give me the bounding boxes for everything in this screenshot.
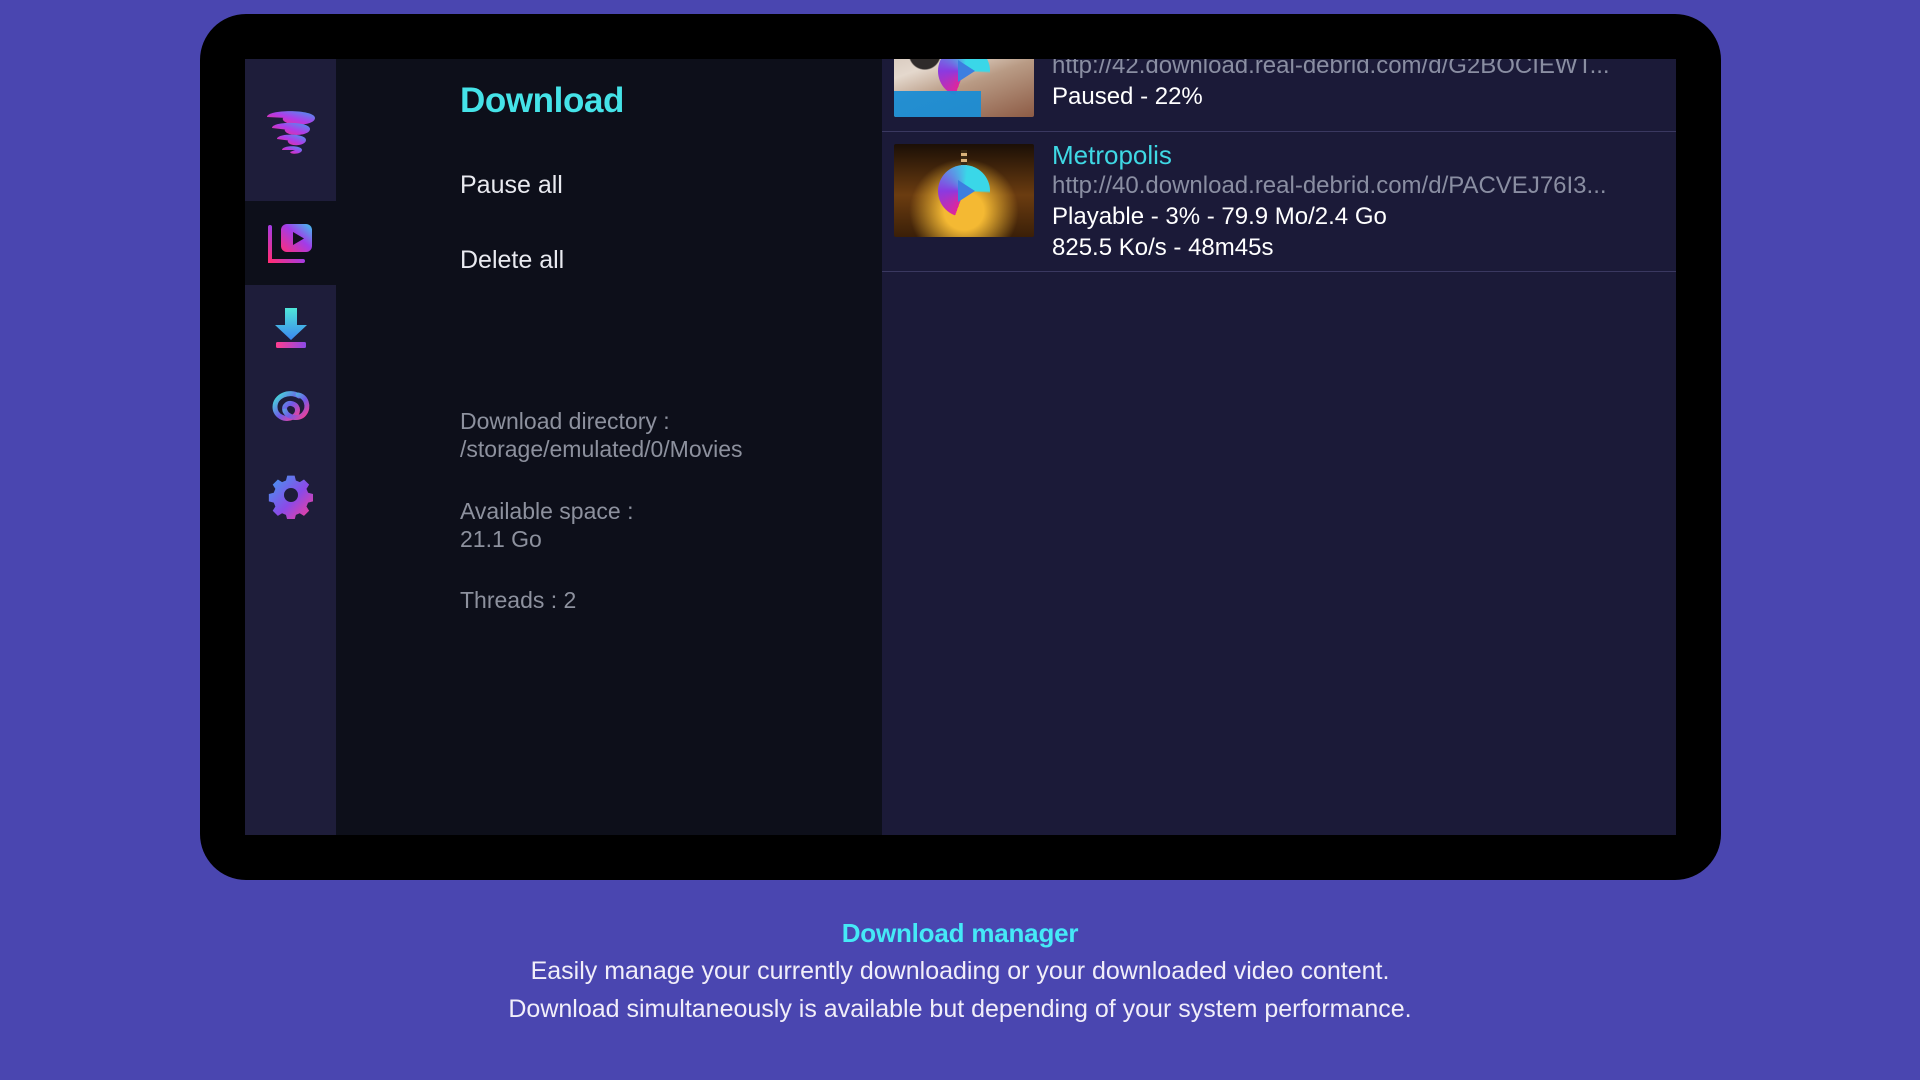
caption-title: Download manager <box>841 918 1079 948</box>
download-directory-label: Download directory : <box>460 408 670 434</box>
tablet-device-frame: Download Pause all Delete all Download d… <box>200 14 1721 880</box>
download-list-item[interactable]: Big Buck Bunny http://42.download.real-d… <box>882 59 1676 132</box>
download-directory-value: /storage/emulated/0/Movies <box>460 436 743 463</box>
caption-block: Download manager Easily manage your curr… <box>0 918 1920 1024</box>
delete-all-button[interactable]: Delete all <box>460 246 882 275</box>
download-arrow-icon <box>274 308 307 348</box>
page-root: Download Pause all Delete all Download d… <box>0 0 1920 1080</box>
download-settings-panel: Download Pause all Delete all Download d… <box>336 59 882 835</box>
play-triangle-icon <box>958 179 975 202</box>
caption-line-2: Download simultaneously is available but… <box>508 994 1412 1023</box>
sidebar-rail <box>245 59 336 835</box>
download-item-url: http://40.download.real-debrid.com/d/PAC… <box>1052 171 1607 199</box>
threads-info: Threads : 2 <box>460 587 577 614</box>
download-item-speed: 825.5 Ko/s - 48m45s <box>1052 234 1274 262</box>
sidebar-item-library[interactable] <box>245 201 336 285</box>
download-directory-info: Download directory : /storage/emulated/0… <box>460 407 882 464</box>
available-space-info: Available space : 21.1 Go <box>460 497 882 554</box>
play-triangle-icon <box>958 59 975 82</box>
tablet-screen: Download Pause all Delete all Download d… <box>245 59 1676 835</box>
wifi-broadcast-logo-icon <box>266 111 315 154</box>
download-item-status: Playable - 3% - 79.9 Mo/2.4 Go <box>1052 202 1387 230</box>
available-space-label: Available space : <box>460 497 634 524</box>
page-title: Download <box>460 81 625 120</box>
download-item-url: http://42.download.real-debrid.com/d/G2B… <box>1052 59 1610 79</box>
gear-icon <box>268 475 313 519</box>
big-buck-bunny-thumbnail[interactable] <box>894 59 1034 117</box>
app-logo <box>245 59 336 201</box>
caption-line-1: Easily manage your currently downloading… <box>530 957 1390 985</box>
download-item-status: Paused - 22% <box>1052 82 1203 110</box>
sidebar-item-download[interactable] <box>245 285 336 369</box>
download-item-details: Big Buck Bunny http://42.download.real-d… <box>1034 59 1610 112</box>
sidebar-item-sync[interactable] <box>245 369 336 453</box>
download-item-details: Metropolis http://40.download.real-debri… <box>1034 140 1607 263</box>
sidebar-item-settings[interactable] <box>245 453 336 537</box>
download-item-title[interactable]: Metropolis <box>1052 140 1607 171</box>
video-library-icon <box>267 224 312 263</box>
download-list-item[interactable]: Metropolis http://40.download.real-debri… <box>882 132 1676 273</box>
download-list-panel[interactable]: Big Buck Bunny http://42.download.real-d… <box>882 59 1676 835</box>
metropolis-thumbnail[interactable] <box>894 144 1034 237</box>
pause-all-button[interactable]: Pause all <box>460 171 882 200</box>
spiral-refresh-icon <box>271 391 309 421</box>
available-space-value: 21.1 Go <box>460 525 542 552</box>
